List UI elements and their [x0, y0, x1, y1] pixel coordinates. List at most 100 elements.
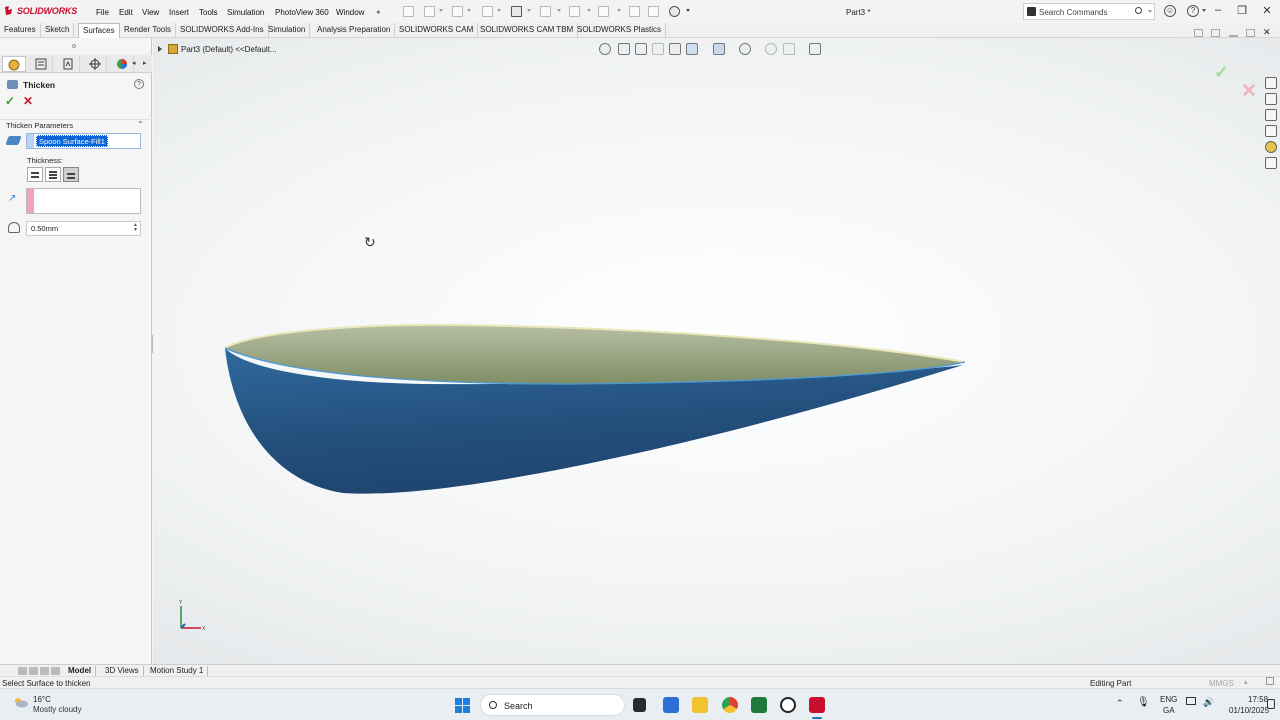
restore-button[interactable]: ❐: [1232, 4, 1252, 17]
pm-help-icon[interactable]: ?: [134, 79, 144, 89]
confirmation-ok-icon[interactable]: ✓: [1214, 62, 1229, 83]
tab-scroll-left-icon[interactable]: ◂: [132, 59, 136, 67]
tab-simulation[interactable]: Simulation: [264, 23, 311, 38]
microsoft-store-icon[interactable]: [663, 697, 679, 713]
spoon-bowl-model[interactable]: [213, 312, 983, 512]
zoom-to-area-icon[interactable]: [618, 43, 630, 55]
hide-show-items-icon[interactable]: [739, 43, 751, 55]
view-settings-icon[interactable]: [809, 43, 821, 55]
select-icon[interactable]: [598, 6, 609, 17]
tab-solidworks-plastics[interactable]: SOLIDWORKS Plastics: [573, 23, 667, 38]
menu-edit[interactable]: Edit: [119, 8, 133, 17]
search-icon[interactable]: [1135, 7, 1142, 14]
print-dropdown-icon[interactable]: [527, 9, 531, 12]
cancel-button[interactable]: ✕: [23, 95, 33, 107]
open-icon[interactable]: [452, 6, 463, 17]
redo-dropdown-icon[interactable]: [587, 9, 591, 12]
dynamic-annotation-icon[interactable]: [669, 43, 681, 55]
direction-selection-box[interactable]: [26, 188, 141, 214]
flyout-tree-node[interactable]: Part3 (Default) <<Default...: [158, 44, 277, 54]
selected-surface-item[interactable]: Spoon Surface-Fill1: [36, 135, 108, 147]
options-dropdown-icon[interactable]: [686, 9, 690, 12]
display-style-icon[interactable]: [713, 43, 725, 55]
tab-sketch[interactable]: Sketch: [41, 23, 75, 38]
solidworks-resources-icon[interactable]: [1265, 77, 1277, 89]
network-icon[interactable]: [1186, 697, 1196, 705]
previous-view-icon[interactable]: [635, 43, 647, 55]
chatgpt-icon[interactable]: [780, 697, 796, 713]
print-icon[interactable]: [511, 6, 522, 17]
edit-appearance-icon[interactable]: [765, 43, 777, 55]
windows-start-button[interactable]: [455, 698, 470, 713]
thicken-side-2-button[interactable]: [63, 167, 79, 182]
tab-surfaces[interactable]: Surfaces: [78, 23, 120, 38]
minimize-button[interactable]: –: [1208, 4, 1228, 16]
microphone-icon[interactable]: 🎙: [1137, 697, 1150, 708]
show-hidden-icons-chevron-icon[interactable]: ⌃: [1116, 698, 1124, 709]
doc-close-button[interactable]: ✕: [1263, 27, 1272, 37]
tab-property-manager[interactable]: [2, 56, 26, 72]
select-dropdown-icon[interactable]: [617, 9, 621, 12]
custom-properties-icon[interactable]: [1265, 157, 1277, 169]
design-library-icon[interactable]: [1265, 93, 1277, 105]
graphics-area[interactable]: Part3 (Default) <<Default... ✓ ✕ ↻ Y X: [153, 38, 1280, 664]
rebuild-icon[interactable]: [629, 6, 640, 17]
save-dropdown-icon[interactable]: [497, 9, 501, 12]
weather-description[interactable]: Mostly cloudy: [33, 705, 81, 714]
doc-restore-button[interactable]: [1246, 29, 1255, 37]
menu-simulation[interactable]: Simulation: [227, 8, 264, 17]
zoom-to-fit-icon[interactable]: [599, 43, 611, 55]
doc-cascade-icon[interactable]: [1211, 29, 1220, 37]
apply-scene-icon[interactable]: [783, 43, 795, 55]
menu-view[interactable]: View: [142, 8, 159, 17]
clock-time[interactable]: 17:58: [1248, 695, 1268, 704]
search-dropdown-icon[interactable]: [1148, 10, 1152, 13]
expand-arrow-icon[interactable]: [158, 46, 162, 52]
taskbar-search-box[interactable]: Search: [480, 694, 625, 716]
notification-bell-icon[interactable]: [1267, 699, 1275, 709]
excel-icon[interactable]: [751, 697, 767, 713]
volume-icon[interactable]: 🔊: [1203, 697, 1214, 708]
save-icon[interactable]: [482, 6, 493, 17]
home-icon[interactable]: [403, 6, 414, 17]
tab-display-manager[interactable]: [110, 56, 134, 72]
status-panel-icon[interactable]: [1266, 677, 1274, 685]
thicken-side-1-button[interactable]: [27, 167, 43, 182]
tab-solidworks-cam[interactable]: SOLIDWORKS CAM: [395, 23, 479, 38]
undo-icon[interactable]: [540, 6, 551, 17]
solidworks-taskbar-icon[interactable]: [809, 697, 825, 713]
tab-render-tools[interactable]: Render Tools: [120, 23, 176, 38]
panel-grip-icon[interactable]: [72, 44, 76, 48]
help-icon[interactable]: ?: [1187, 5, 1199, 17]
unit-dropdown-icon[interactable]: ▴: [1244, 678, 1248, 686]
tab-configuration-manager[interactable]: [56, 56, 80, 72]
pin-icon[interactable]: ✦: [375, 8, 382, 17]
undo-dropdown-icon[interactable]: [557, 9, 561, 12]
confirmation-cancel-icon[interactable]: ✕: [1241, 80, 1257, 103]
tab-solidworks-add-ins[interactable]: SOLIDWORKS Add-Ins: [176, 23, 269, 38]
menu-tools[interactable]: Tools: [199, 8, 218, 17]
doc-minimize-button[interactable]: [1229, 35, 1238, 37]
menu-window[interactable]: Window: [336, 8, 364, 17]
tab-scroll-arrows-icon[interactable]: [18, 667, 60, 675]
new-document-icon[interactable]: [424, 6, 435, 17]
file-properties-icon[interactable]: [648, 6, 659, 17]
collapse-chevron-icon[interactable]: ⌃: [137, 120, 144, 129]
tab-features[interactable]: Features: [0, 23, 41, 38]
clock-date[interactable]: 01/10/2025: [1229, 706, 1269, 715]
tab-model[interactable]: Model: [64, 666, 97, 676]
redo-icon[interactable]: [569, 6, 580, 17]
tab-solidworks-cam-tbm[interactable]: SOLIDWORKS CAM TBM: [476, 23, 579, 38]
view-orientation-icon[interactable]: [686, 43, 698, 55]
section-view-icon[interactable]: [652, 43, 664, 55]
weather-temperature[interactable]: 16°C: [33, 695, 51, 704]
close-button[interactable]: ✕: [1257, 4, 1277, 17]
cloud-weather-icon[interactable]: [13, 697, 29, 708]
tab-3d-views[interactable]: 3D Views: [101, 666, 144, 676]
open-dropdown-icon[interactable]: [467, 9, 471, 12]
search-commands-input[interactable]: Search Commands: [1023, 3, 1155, 20]
tab-motion-study-1[interactable]: Motion Study 1: [146, 666, 209, 676]
thickness-input[interactable]: 0.50mm ▲ ▼: [26, 221, 141, 236]
help-dropdown-icon[interactable]: [1202, 9, 1206, 12]
file-explorer-taskbar-icon[interactable]: [692, 697, 708, 713]
